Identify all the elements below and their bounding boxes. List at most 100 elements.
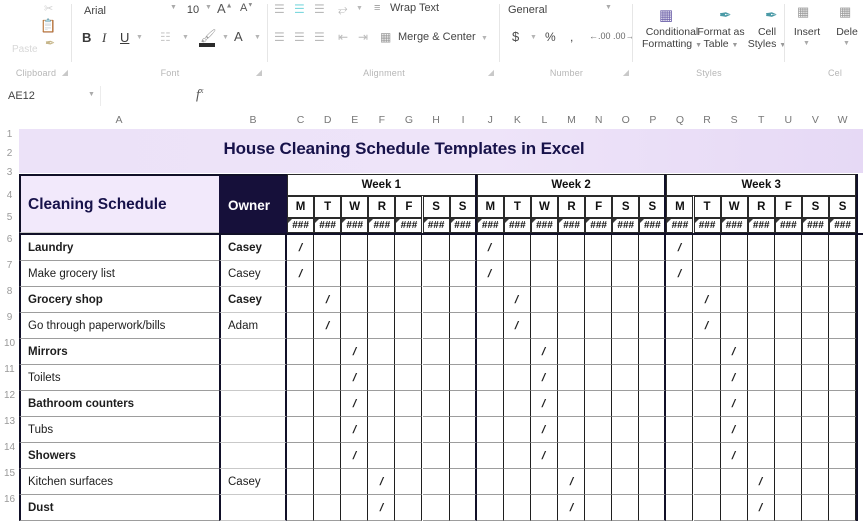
fill-color-swatch[interactable]	[199, 43, 215, 47]
task-name-cell[interactable]: Grocery shop	[19, 287, 219, 313]
schedule-cell[interactable]: /	[720, 365, 748, 391]
borders-icon[interactable]: ☷	[160, 30, 171, 44]
schedule-cell[interactable]	[368, 235, 396, 261]
row-header-15[interactable]: 15	[0, 468, 19, 479]
schedule-cell[interactable]	[612, 391, 640, 417]
row-header-3[interactable]: 3	[0, 167, 19, 178]
schedule-cell[interactable]: /	[314, 287, 342, 313]
format-painter-icon[interactable]: ✒	[45, 36, 55, 50]
row-header-9[interactable]: 9	[0, 312, 19, 323]
name-box-chevron-down-icon[interactable]: ▼	[88, 91, 95, 98]
schedule-cell[interactable]	[801, 339, 829, 365]
schedule-cell[interactable]	[612, 313, 640, 339]
schedule-cell[interactable]	[476, 365, 504, 391]
schedule-cell[interactable]: /	[720, 339, 748, 365]
schedule-cell[interactable]	[314, 365, 342, 391]
owner-cell[interactable]	[219, 443, 287, 469]
schedule-cell[interactable]	[449, 235, 477, 261]
row-header-7[interactable]: 7	[0, 260, 19, 271]
schedule-cell[interactable]	[774, 235, 802, 261]
schedule-cell[interactable]	[314, 235, 342, 261]
owner-cell[interactable]	[219, 365, 287, 391]
column-header-H[interactable]: H	[422, 112, 450, 129]
schedule-cell[interactable]	[530, 495, 558, 521]
row-header-5[interactable]: 5	[0, 212, 19, 223]
merge-center-button[interactable]: Merge & Center	[398, 31, 476, 43]
schedule-cell[interactable]	[422, 365, 450, 391]
schedule-cell[interactable]	[666, 469, 694, 495]
schedule-cell[interactable]	[503, 391, 531, 417]
schedule-cell[interactable]	[612, 469, 640, 495]
schedule-cell[interactable]	[395, 261, 423, 287]
schedule-cell[interactable]	[801, 235, 829, 261]
schedule-cell[interactable]: /	[341, 443, 369, 469]
column-header-P[interactable]: P	[639, 112, 667, 129]
schedule-cell[interactable]	[774, 443, 802, 469]
schedule-cell[interactable]	[287, 365, 315, 391]
name-box[interactable]: AE12	[8, 88, 83, 105]
schedule-cell[interactable]	[558, 287, 586, 313]
schedule-cell[interactable]	[693, 391, 721, 417]
fill-color-icon[interactable]: 🖌	[200, 28, 217, 44]
owner-cell[interactable]: Casey	[219, 469, 287, 495]
schedule-cell[interactable]	[287, 313, 315, 339]
schedule-cell[interactable]	[639, 417, 667, 443]
schedule-cell[interactable]	[639, 339, 667, 365]
borders-chevron-down-icon[interactable]: ▼	[182, 34, 189, 41]
schedule-cell[interactable]	[801, 469, 829, 495]
cell-styles-icon[interactable]: ✒	[765, 6, 778, 24]
schedule-cell[interactable]	[639, 287, 667, 313]
schedule-cell[interactable]	[639, 313, 667, 339]
schedule-cell[interactable]	[801, 261, 829, 287]
schedule-cell[interactable]	[747, 443, 775, 469]
schedule-cell[interactable]	[801, 365, 829, 391]
schedule-cell[interactable]	[503, 495, 531, 521]
column-header-O[interactable]: O	[612, 112, 640, 129]
schedule-cell[interactable]: /	[287, 235, 315, 261]
schedule-cell[interactable]	[395, 235, 423, 261]
schedule-cell[interactable]	[774, 469, 802, 495]
row-header-8[interactable]: 8	[0, 286, 19, 297]
percent-format-button[interactable]: %	[545, 30, 556, 44]
schedule-cell[interactable]	[801, 391, 829, 417]
schedule-cell[interactable]	[341, 235, 369, 261]
schedule-cell[interactable]	[612, 365, 640, 391]
schedule-cell[interactable]	[612, 443, 640, 469]
schedule-cell[interactable]	[503, 365, 531, 391]
copy-icon[interactable]: 📋	[40, 18, 56, 34]
schedule-cell[interactable]	[341, 261, 369, 287]
schedule-cell[interactable]	[395, 417, 423, 443]
schedule-cell[interactable]	[395, 339, 423, 365]
schedule-cell[interactable]	[585, 235, 613, 261]
schedule-cell[interactable]: /	[341, 339, 369, 365]
cell-styles-button[interactable]: Cell Styles ▼	[745, 26, 789, 52]
font-size-input[interactable]: 10	[178, 2, 208, 18]
font-dialog-launcher[interactable]: ◢	[256, 68, 262, 77]
schedule-cell[interactable]	[395, 313, 423, 339]
wrap-text-icon[interactable]: ≡	[374, 2, 380, 14]
align-bottom-icon[interactable]: ☰	[314, 2, 325, 16]
schedule-cell[interactable]	[449, 365, 477, 391]
schedule-cell[interactable]	[558, 417, 586, 443]
schedule-cell[interactable]	[449, 287, 477, 313]
schedule-cell[interactable]	[503, 417, 531, 443]
schedule-cell[interactable]	[801, 313, 829, 339]
schedule-cell[interactable]	[368, 391, 396, 417]
insert-cells-icon[interactable]: ▦	[797, 4, 809, 20]
schedule-cell[interactable]	[585, 391, 613, 417]
schedule-cell[interactable]	[612, 495, 640, 521]
schedule-cell[interactable]	[585, 261, 613, 287]
schedule-cell[interactable]	[612, 339, 640, 365]
schedule-cell[interactable]	[449, 339, 477, 365]
owner-cell[interactable]	[219, 495, 287, 521]
schedule-cell[interactable]	[666, 443, 694, 469]
schedule-cell[interactable]	[449, 495, 477, 521]
owner-cell[interactable]: Casey	[219, 261, 287, 287]
schedule-cell[interactable]	[287, 287, 315, 313]
schedule-cell[interactable]	[395, 391, 423, 417]
schedule-cell[interactable]	[774, 365, 802, 391]
column-header-A[interactable]: A	[105, 112, 133, 129]
underline-chevron-down-icon[interactable]: ▼	[136, 34, 143, 41]
owner-cell[interactable]	[219, 391, 287, 417]
bold-button[interactable]: B	[82, 30, 91, 45]
